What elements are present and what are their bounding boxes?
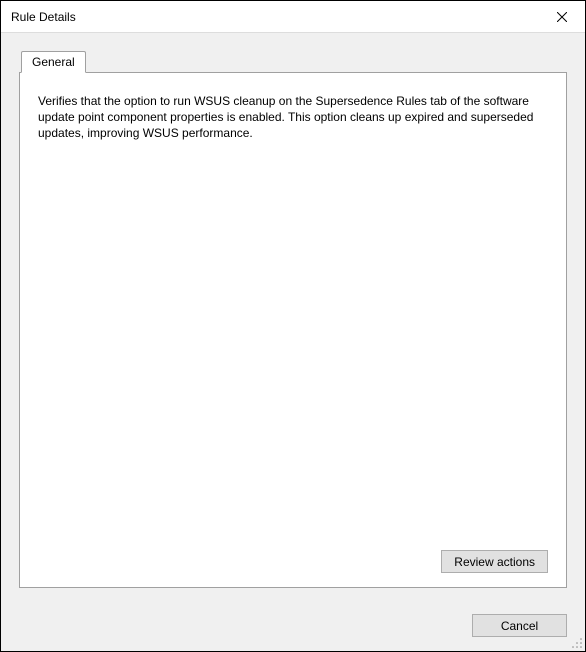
resize-grip-icon[interactable] [571,637,583,649]
tab-panel-general: Verifies that the option to run WSUS cle… [19,72,567,588]
panel-spacer [38,142,548,550]
dialog-footer: Cancel [1,606,585,651]
cancel-button[interactable]: Cancel [472,614,567,637]
close-button[interactable] [539,1,585,33]
tab-general[interactable]: General [21,51,86,73]
titlebar: Rule Details [1,1,585,33]
panel-footer: Review actions [38,550,548,573]
tab-row: General [19,51,567,73]
window-title: Rule Details [11,10,539,24]
rule-description: Verifies that the option to run WSUS cle… [38,93,548,142]
content-area: General Verifies that the option to run … [1,33,585,606]
review-actions-button[interactable]: Review actions [441,550,548,573]
tab-container: General Verifies that the option to run … [19,51,567,588]
close-icon [557,12,567,22]
